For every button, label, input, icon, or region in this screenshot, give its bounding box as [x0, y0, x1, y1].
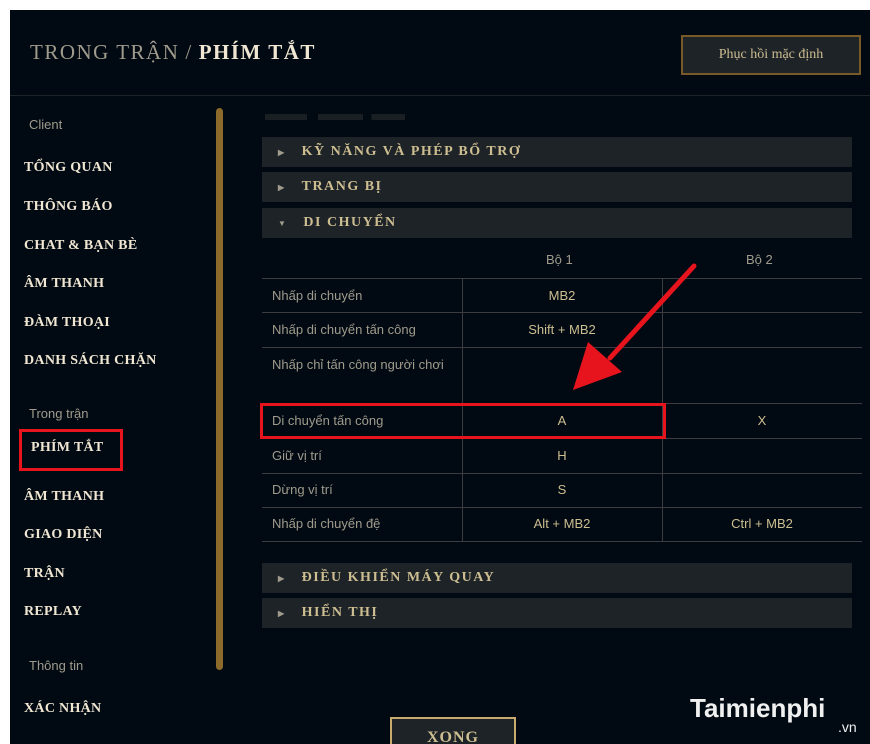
watermark-logo: Taimienphi .vn	[690, 693, 857, 735]
settings-window: TRONG TRẬN / PHÍM TẮT Phục hồi mặc định Cl…	[10, 10, 870, 744]
watermark-brand: Taimienphi	[690, 693, 826, 723]
red-arrow-annotation	[573, 263, 697, 390]
watermark-suffix: .vn	[838, 719, 857, 735]
done-button[interactable]: XONG	[390, 717, 516, 744]
